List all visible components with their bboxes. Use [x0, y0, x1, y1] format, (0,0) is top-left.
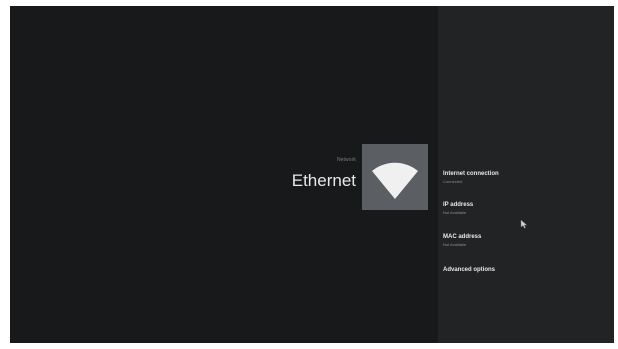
- internet-connection-status: Connected: [443, 179, 463, 185]
- network-icon-tile: [362, 144, 428, 210]
- internet-connection-label: Internet connection: [443, 171, 499, 177]
- breadcrumb: Network: [336, 157, 356, 163]
- mouse-pointer-icon: [520, 219, 528, 229]
- advanced-options-item[interactable]: Advanced options: [443, 267, 603, 291]
- wifi-icon: [372, 162, 418, 199]
- mac-address-item[interactable]: MAC address Not Available: [443, 234, 603, 258]
- ip-address-label: IP address: [443, 202, 474, 208]
- page-title: Ethernet: [291, 171, 356, 190]
- ip-address-value: Not Available: [443, 210, 467, 216]
- advanced-options-label: Advanced options: [443, 267, 496, 273]
- mac-address-label: MAC address: [443, 234, 482, 240]
- internet-connection-item[interactable]: Internet connection Connected: [443, 171, 603, 195]
- mac-address-value: Not Available: [443, 242, 467, 248]
